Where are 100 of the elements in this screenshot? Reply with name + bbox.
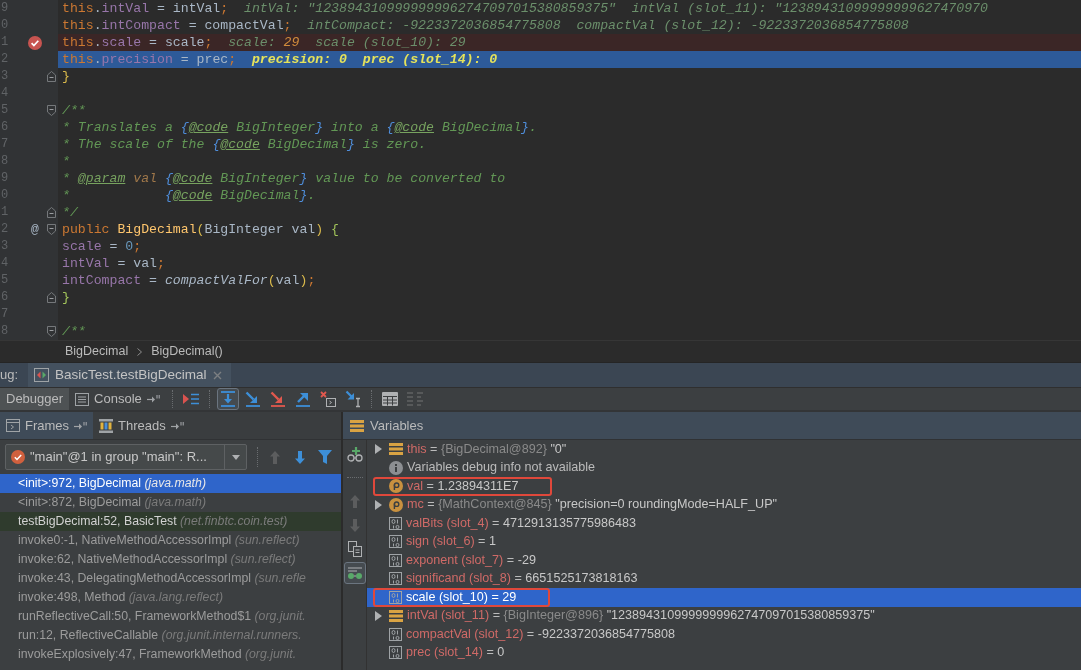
up-arrow-icon bbox=[270, 450, 280, 464]
inline-debug-value: scale: 29 scale (slot_10): 29 bbox=[228, 34, 466, 51]
stack-frame[interactable]: invoke:62, NativeMethodAccessorImpl (sun.reflect) bbox=[0, 550, 341, 569]
panel-title: Variables bbox=[370, 417, 424, 434]
info-icon bbox=[389, 460, 403, 475]
down-arrow-icon bbox=[295, 450, 305, 464]
expand-arrow-icon[interactable] bbox=[375, 499, 382, 510]
step-over-icon bbox=[219, 391, 236, 407]
bars-icon bbox=[389, 609, 403, 622]
variable-row[interactable]: scale (slot_10) = 29 bbox=[367, 588, 1081, 607]
stack-frame[interactable]: <init>:872, BigDecimal (java.math) bbox=[0, 493, 341, 512]
step-out-icon bbox=[294, 391, 311, 407]
breadcrumb[interactable]: BigDecimal bbox=[65, 344, 129, 359]
breadcrumb[interactable]: BigDecimal() bbox=[151, 344, 223, 359]
variable-row[interactable]: val = 1.23894311E7 bbox=[367, 477, 1081, 496]
step-into-icon bbox=[244, 391, 261, 407]
code-line: this.scale = scale; bbox=[62, 34, 213, 51]
panel-tab[interactable]: Frames bbox=[0, 412, 94, 439]
breakpoint-icon[interactable] bbox=[28, 35, 42, 50]
code-line: } bbox=[62, 289, 70, 306]
fold-marker-icon[interactable] bbox=[46, 207, 56, 218]
arrow-ticks-icon[interactable] bbox=[170, 421, 184, 430]
stack-frame[interactable]: invoke:43, DelegatingMethodAccessorImpl (sun.refle bbox=[0, 569, 341, 588]
stack-frame[interactable]: run:12, ReflectiveCallable (org.junit.internal.runners. bbox=[0, 626, 341, 645]
variable-row[interactable]: exponent (slot_7) = -29 bbox=[367, 551, 1081, 570]
inline-debug-value: intCompact: -9223372036854775808 compactVal (slot_12): -9223372036854775808 bbox=[307, 17, 909, 34]
run-config-icon bbox=[34, 368, 49, 382]
variable-row[interactable]: sign (slot_6) = 1 bbox=[367, 532, 1081, 551]
expand-arrow-icon[interactable] bbox=[375, 610, 382, 621]
fold-marker-icon[interactable] bbox=[46, 326, 56, 337]
variable-row[interactable]: this = {BigDecimal@892} "0" bbox=[367, 440, 1081, 459]
down-arrow-icon bbox=[349, 518, 360, 532]
bars-icon bbox=[389, 443, 403, 456]
step-over-button[interactable] bbox=[216, 388, 239, 410]
arrow-ticks-icon[interactable] bbox=[146, 395, 160, 403]
force-step-into-icon bbox=[269, 391, 286, 407]
fold-marker-icon[interactable] bbox=[46, 224, 56, 235]
code-line: intVal = val; bbox=[62, 255, 165, 272]
code-line: scale = 0; bbox=[62, 238, 142, 255]
fold-marker-icon[interactable] bbox=[46, 105, 56, 116]
glasses-icon bbox=[346, 567, 363, 579]
bars-icon bbox=[350, 419, 364, 432]
panel-tab[interactable]: Debugger bbox=[0, 388, 70, 410]
stack-frame[interactable]: testBigDecimal:52, BasicTest (net.finbtc.coin.test) bbox=[0, 512, 341, 531]
watches-toggle-button[interactable] bbox=[343, 562, 366, 584]
up-arrow-icon bbox=[349, 494, 360, 508]
session-tab[interactable]: BasicTest.testBigDecimal bbox=[28, 363, 231, 387]
stack-frame[interactable]: invokeExplosively:47, FrameworkMethod (org.junit. bbox=[0, 645, 341, 664]
bits-icon bbox=[389, 646, 402, 660]
bits-icon bbox=[389, 535, 402, 549]
caret-icon bbox=[231, 454, 240, 460]
check-disc-icon bbox=[11, 450, 25, 464]
filter-icon bbox=[318, 450, 332, 464]
code-line: * {@code BigDecimal}. bbox=[62, 187, 316, 204]
bits-icon bbox=[389, 627, 402, 641]
arrow-ticks-icon[interactable] bbox=[74, 421, 88, 430]
glasses-plus-icon bbox=[346, 446, 363, 462]
parameter-icon bbox=[389, 497, 403, 512]
bits-icon bbox=[389, 553, 402, 567]
variable-row[interactable]: prec (slot_14) = 0 bbox=[367, 643, 1081, 662]
code-line: this.intCompact = compactVal; bbox=[62, 17, 292, 34]
code-line: this.intVal = intVal; bbox=[62, 0, 229, 17]
thread-dropdown[interactable]: "main"@1 in group "main": R... bbox=[5, 444, 247, 470]
copy-icon bbox=[347, 541, 362, 557]
window-icon bbox=[6, 419, 20, 432]
variable-row[interactable]: valBits (slot_4) = 4712913135775986483 bbox=[367, 514, 1081, 533]
code-line: } bbox=[62, 68, 70, 85]
striped-spool-icon bbox=[99, 418, 114, 433]
code-line: intCompact = compactValFor(val); bbox=[62, 272, 316, 289]
fold-marker-icon[interactable] bbox=[46, 292, 56, 303]
gutter-mark[interactable]: @ bbox=[31, 222, 39, 237]
drop-frame-icon bbox=[319, 391, 336, 407]
code-line: * bbox=[62, 153, 70, 170]
inline-debug-value: precision: 0 prec (slot_14): 0 bbox=[251, 51, 498, 68]
code-line: /** bbox=[62, 102, 86, 119]
stack-frame[interactable]: <init>:972, BigDecimal (java.math) bbox=[0, 474, 341, 493]
chevron-icon bbox=[137, 347, 143, 356]
code-line: */ bbox=[62, 204, 78, 221]
code-line: /** bbox=[62, 323, 86, 340]
variable-row[interactable]: intVal (slot_11) = {BigInteger@896} "1238943109999999962747097015380859375" bbox=[367, 606, 1081, 625]
inline-debug-value: intVal: "1238943109999999962747097015380859375" intVal (slot_11): "12389431099999999627470970 bbox=[244, 0, 988, 17]
execution-point-icon bbox=[182, 393, 199, 405]
console-icon bbox=[75, 392, 90, 406]
variable-row[interactable]: mc = {MathContext@845} "precision=0 roundingMode=HALF_UP" bbox=[367, 495, 1081, 514]
table-icon bbox=[381, 392, 398, 406]
stack-frame[interactable]: invoke0:-1, NativeMethodAccessorImpl (sun.reflect) bbox=[0, 531, 341, 550]
stack-frame[interactable]: invoke:498, Method (java.lang.reflect) bbox=[0, 588, 341, 607]
code-line: public BigDecimal(BigInteger val) { bbox=[62, 221, 339, 238]
fold-marker-icon[interactable] bbox=[46, 71, 56, 82]
message-row[interactable]: Variables debug info not available bbox=[367, 458, 1081, 477]
bits-icon bbox=[389, 516, 402, 530]
panel-tab[interactable]: Console bbox=[69, 388, 166, 410]
parameter-icon bbox=[389, 479, 403, 494]
variable-row[interactable]: significand (slot_8) = 6651525173818163 bbox=[367, 569, 1081, 588]
code-line: this.precision = prec; bbox=[62, 51, 237, 68]
variable-row[interactable]: compactVal (slot_12) = -9223372036854775808 bbox=[367, 625, 1081, 644]
run-to-cursor-icon bbox=[344, 390, 361, 408]
panel-tab[interactable]: Threads bbox=[93, 412, 190, 439]
expand-arrow-icon[interactable] bbox=[375, 444, 382, 455]
stack-frame[interactable]: runReflectiveCall:50, FrameworkMethod$1 (org.junit. bbox=[0, 607, 341, 626]
